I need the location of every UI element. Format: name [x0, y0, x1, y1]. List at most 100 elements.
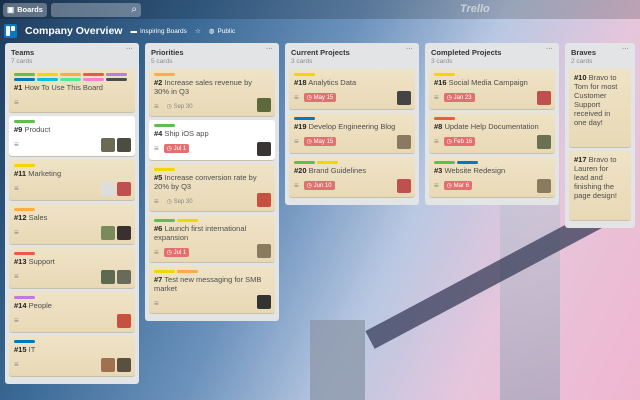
card[interactable]: #3 Website Redesign ≡ ◷ Mar 6 — [429, 157, 555, 197]
label-yellow[interactable] — [37, 73, 58, 76]
avatar[interactable] — [117, 182, 131, 196]
label-lime[interactable] — [60, 78, 81, 81]
search-input[interactable]: ⌕ — [50, 2, 141, 17]
label-sky[interactable] — [37, 78, 58, 81]
due-date-badge[interactable]: ◷ Jul 1 — [163, 247, 190, 257]
team-button[interactable]: ▬ Inspiring Boards — [130, 28, 186, 35]
avatar[interactable] — [117, 270, 131, 284]
due-date-badge[interactable]: ◷ Jun 10 — [303, 180, 335, 190]
card[interactable]: #2 Increase sales revenue by 30% in Q3 ≡ ◷… — [149, 69, 275, 116]
visibility-button[interactable]: ◍ Public — [209, 27, 235, 36]
list-title[interactable]: Current Projects ··· — [289, 46, 415, 57]
label-yellow[interactable] — [14, 164, 35, 167]
label-red[interactable] — [14, 252, 35, 255]
due-date-badge[interactable]: ◷ Sep 30 — [164, 197, 196, 206]
due-date-badge[interactable]: ◷ Jul 1 — [163, 143, 190, 153]
avatar[interactable] — [257, 193, 271, 207]
board-title[interactable]: Company Overview — [25, 25, 122, 37]
avatar[interactable] — [101, 138, 115, 152]
list-title[interactable]: Priorities ··· — [149, 46, 275, 57]
label-yellow[interactable] — [434, 73, 455, 76]
list-menu-icon[interactable]: ··· — [266, 46, 273, 53]
label-orange[interactable] — [177, 270, 198, 273]
card[interactable]: #13 Support ≡ — [9, 248, 135, 288]
label-green[interactable] — [14, 120, 35, 123]
card[interactable]: #12 Sales ≡ — [9, 204, 135, 244]
avatar[interactable] — [117, 314, 131, 328]
avatar[interactable] — [257, 142, 271, 156]
label-green[interactable] — [14, 73, 35, 76]
label-yellow[interactable] — [294, 73, 315, 76]
card[interactable]: #9 Product ≡ — [9, 116, 135, 156]
card[interactable]: #10 Bravo to Tom for most Customer Suppo… — [569, 69, 631, 147]
list-menu-icon[interactable]: ··· — [546, 46, 553, 53]
card[interactable]: #19 Develop Engineering Blog ≡ ◷ May 15 — [289, 113, 415, 153]
label-purple[interactable] — [106, 73, 127, 76]
avatar[interactable] — [397, 135, 411, 149]
label-pink[interactable] — [83, 78, 104, 81]
label-green[interactable] — [294, 161, 315, 164]
label-green[interactable] — [154, 219, 175, 222]
card[interactable]: #5 Increase conversion rate by 20% by Q3… — [149, 164, 275, 211]
card[interactable]: #6 Launch first international expansion ≡… — [149, 215, 275, 262]
list-title[interactable]: Braves ··· — [569, 46, 631, 57]
label-yellow[interactable] — [154, 168, 175, 171]
label-blue[interactable] — [294, 117, 315, 120]
card[interactable]: #17 Bravo to Lauren for lead and finishi… — [569, 151, 631, 220]
avatar[interactable] — [397, 179, 411, 193]
card[interactable]: #20 Brand Guidelines ≡ ◷ Jun 10 — [289, 157, 415, 197]
card[interactable]: #15 IT ≡ — [9, 336, 135, 376]
list-title[interactable]: Teams ··· — [9, 46, 135, 57]
avatar[interactable] — [117, 138, 131, 152]
label-red[interactable] — [434, 117, 455, 120]
list-menu-icon[interactable]: ··· — [622, 46, 629, 53]
due-date-badge[interactable]: ◷ May 15 — [303, 136, 337, 146]
boards-button[interactable]: ▣ Boards — [3, 2, 47, 17]
due-date-badge[interactable]: ◷ Mar 6 — [443, 180, 472, 190]
avatar[interactable] — [537, 179, 551, 193]
avatar[interactable] — [257, 244, 271, 258]
due-date-badge[interactable]: ◷ Sep 30 — [164, 102, 196, 111]
card[interactable]: #14 People ≡ — [9, 292, 135, 332]
avatar[interactable] — [397, 91, 411, 105]
label-blue[interactable] — [14, 340, 35, 343]
avatar[interactable] — [101, 182, 115, 196]
label-orange[interactable] — [154, 73, 175, 76]
due-date-badge[interactable]: ◷ May 15 — [303, 92, 337, 102]
label-green[interactable] — [154, 124, 175, 127]
card[interactable]: #11 Marketing ≡ — [9, 160, 135, 200]
label-purple[interactable] — [14, 296, 35, 299]
label-blue[interactable] — [457, 161, 478, 164]
card[interactable]: #4 Ship iOS app ≡ ◷ Jul 1 — [149, 120, 275, 160]
avatar[interactable] — [537, 91, 551, 105]
list-title[interactable]: Completed Projects ··· — [429, 46, 555, 57]
trello-logo[interactable]: Trello — [460, 3, 490, 15]
avatar[interactable] — [117, 226, 131, 240]
avatar[interactable] — [257, 295, 271, 309]
avatar[interactable] — [101, 226, 115, 240]
avatar[interactable] — [101, 270, 115, 284]
card[interactable]: #16 Social Media Campaign ≡ ◷ Jan 23 — [429, 69, 555, 109]
card[interactable]: #18 Analytics Data ≡ ◷ May 15 — [289, 69, 415, 109]
star-button[interactable]: ☆ — [195, 27, 201, 35]
label-yellow[interactable] — [317, 161, 338, 164]
label-green[interactable] — [434, 161, 455, 164]
card[interactable]: #1 How To Use This Board ≡ — [9, 69, 135, 112]
due-date-badge[interactable]: ◷ Jan 23 — [443, 92, 475, 102]
label-red[interactable] — [83, 73, 104, 76]
label-orange[interactable] — [14, 208, 35, 211]
label-blue[interactable] — [14, 78, 35, 81]
label-orange[interactable] — [60, 73, 81, 76]
label-black[interactable] — [106, 78, 127, 81]
avatar[interactable] — [117, 358, 131, 372]
card[interactable]: #7 Test new messaging for SMB market ≡ — [149, 266, 275, 313]
label-yellow[interactable] — [154, 270, 175, 273]
avatar[interactable] — [101, 358, 115, 372]
avatar[interactable] — [537, 135, 551, 149]
list-menu-icon[interactable]: ··· — [126, 46, 133, 53]
due-date-badge[interactable]: ◷ Feb 16 — [443, 136, 476, 146]
label-yellow[interactable] — [177, 219, 198, 222]
card[interactable]: #8 Update Help Documentation ≡ ◷ Feb 16 — [429, 113, 555, 153]
avatar[interactable] — [257, 98, 271, 112]
list-menu-icon[interactable]: ··· — [406, 46, 413, 53]
